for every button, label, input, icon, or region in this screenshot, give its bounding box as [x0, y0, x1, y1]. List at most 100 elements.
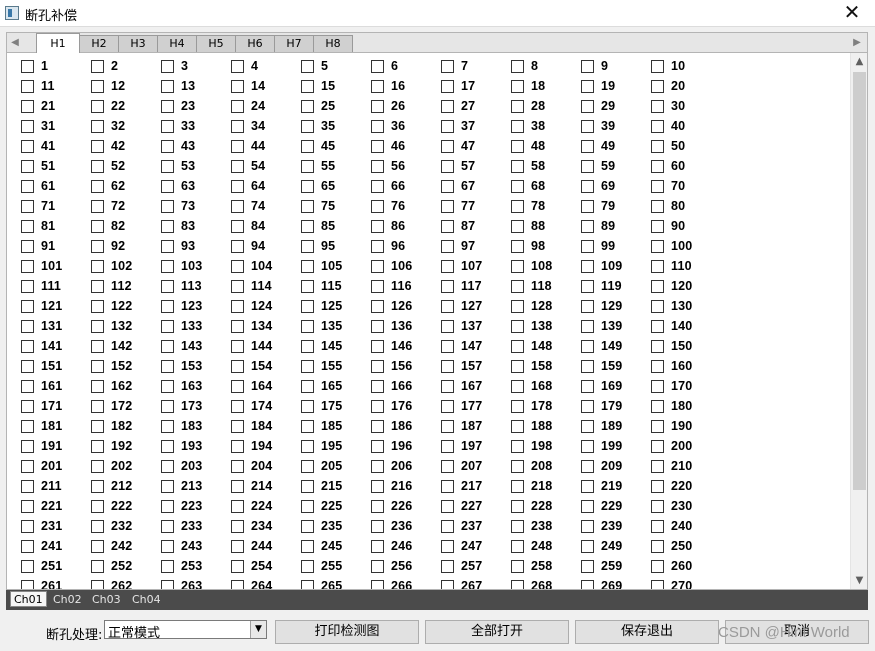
hole-checkbox[interactable]: 174: [231, 396, 272, 416]
hole-checkbox[interactable]: 178: [511, 396, 552, 416]
hole-checkbox[interactable]: 154: [231, 356, 272, 376]
checkbox-box[interactable]: [581, 499, 594, 513]
hole-checkbox[interactable]: 180: [651, 396, 692, 416]
checkbox-box[interactable]: [441, 579, 454, 589]
hole-checkbox[interactable]: 139: [581, 316, 622, 336]
checkbox-box[interactable]: [581, 359, 594, 373]
checkbox-box[interactable]: [91, 559, 104, 573]
hole-checkbox[interactable]: 263: [161, 576, 202, 589]
hole-checkbox[interactable]: 265: [301, 576, 342, 589]
hole-checkbox[interactable]: 88: [511, 216, 545, 236]
checkbox-box[interactable]: [371, 479, 384, 493]
hole-checkbox[interactable]: 187: [441, 416, 482, 436]
checkbox-box[interactable]: [651, 219, 664, 233]
hole-checkbox[interactable]: 46: [371, 136, 405, 156]
hole-checkbox[interactable]: 223: [161, 496, 202, 516]
checkbox-box[interactable]: [441, 159, 454, 173]
hole-checkbox[interactable]: 17: [441, 76, 475, 96]
hole-checkbox[interactable]: 58: [511, 156, 545, 176]
hole-checkbox[interactable]: 99: [581, 236, 615, 256]
checkbox-box[interactable]: [231, 299, 244, 313]
checkbox-box[interactable]: [21, 319, 34, 333]
hole-checkbox[interactable]: 229: [581, 496, 622, 516]
hole-checkbox[interactable]: 220: [651, 476, 692, 496]
checkbox-box[interactable]: [301, 79, 314, 93]
hole-checkbox[interactable]: 186: [371, 416, 412, 436]
checkbox-box[interactable]: [161, 279, 174, 293]
hole-checkbox[interactable]: 43: [161, 136, 195, 156]
checkbox-box[interactable]: [581, 139, 594, 153]
checkbox-box[interactable]: [441, 99, 454, 113]
checkbox-box[interactable]: [651, 179, 664, 193]
tab-h6[interactable]: H6: [235, 35, 275, 53]
open-all-button[interactable]: 全部打开: [425, 620, 569, 644]
hole-checkbox[interactable]: 48: [511, 136, 545, 156]
checkbox-box[interactable]: [301, 339, 314, 353]
hole-checkbox[interactable]: 134: [231, 316, 272, 336]
hole-checkbox[interactable]: 8: [511, 56, 538, 76]
hole-checkbox[interactable]: 141: [21, 336, 62, 356]
hole-checkbox[interactable]: 260: [651, 556, 692, 576]
hole-checkbox[interactable]: 34: [231, 116, 265, 136]
checkbox-box[interactable]: [371, 79, 384, 93]
checkbox-box[interactable]: [441, 59, 454, 73]
checkbox-box[interactable]: [161, 299, 174, 313]
hole-checkbox[interactable]: 149: [581, 336, 622, 356]
hole-checkbox[interactable]: 79: [581, 196, 615, 216]
checkbox-box[interactable]: [581, 79, 594, 93]
checkbox-box[interactable]: [21, 379, 34, 393]
hole-checkbox[interactable]: 50: [651, 136, 685, 156]
hole-checkbox[interactable]: 153: [161, 356, 202, 376]
checkbox-box[interactable]: [511, 319, 524, 333]
tab-h1[interactable]: H1: [36, 33, 80, 53]
checkbox-box[interactable]: [231, 459, 244, 473]
checkbox-box[interactable]: [301, 59, 314, 73]
hole-checkbox[interactable]: 9: [581, 56, 608, 76]
checkbox-box[interactable]: [91, 219, 104, 233]
checkbox-box[interactable]: [21, 439, 34, 453]
checkbox-box[interactable]: [161, 259, 174, 273]
hole-checkbox[interactable]: 213: [161, 476, 202, 496]
hole-checkbox[interactable]: 108: [511, 256, 552, 276]
hole-checkbox[interactable]: 221: [21, 496, 62, 516]
hole-checkbox[interactable]: 51: [21, 156, 55, 176]
checkbox-box[interactable]: [161, 559, 174, 573]
hole-checkbox[interactable]: 148: [511, 336, 552, 356]
checkbox-box[interactable]: [301, 319, 314, 333]
hole-checkbox[interactable]: 114: [231, 276, 272, 296]
hole-checkbox[interactable]: 241: [21, 536, 62, 556]
checkbox-box[interactable]: [301, 559, 314, 573]
hole-checkbox[interactable]: 132: [91, 316, 132, 336]
channel-tab-ch01[interactable]: Ch01: [10, 591, 47, 607]
hole-checkbox[interactable]: 22: [91, 96, 125, 116]
checkbox-box[interactable]: [581, 259, 594, 273]
checkbox-box[interactable]: [231, 59, 244, 73]
hole-checkbox[interactable]: 113: [161, 276, 202, 296]
hole-checkbox[interactable]: 85: [301, 216, 335, 236]
checkbox-box[interactable]: [581, 179, 594, 193]
hole-checkbox[interactable]: 200: [651, 436, 692, 456]
checkbox-box[interactable]: [511, 339, 524, 353]
hole-checkbox[interactable]: 64: [231, 176, 265, 196]
checkbox-box[interactable]: [651, 399, 664, 413]
checkbox-box[interactable]: [301, 579, 314, 589]
checkbox-box[interactable]: [441, 459, 454, 473]
hole-checkbox[interactable]: 166: [371, 376, 412, 396]
hole-checkbox[interactable]: 123: [161, 296, 202, 316]
checkbox-box[interactable]: [91, 279, 104, 293]
hole-checkbox[interactable]: 21: [21, 96, 55, 116]
checkbox-box[interactable]: [581, 479, 594, 493]
checkbox-box[interactable]: [161, 439, 174, 453]
checkbox-box[interactable]: [161, 179, 174, 193]
hole-checkbox[interactable]: 145: [301, 336, 342, 356]
hole-checkbox[interactable]: 65: [301, 176, 335, 196]
hole-checkbox[interactable]: 196: [371, 436, 412, 456]
hole-checkbox[interactable]: 101: [21, 256, 62, 276]
hole-checkbox[interactable]: 250: [651, 536, 692, 556]
checkbox-box[interactable]: [371, 239, 384, 253]
hole-checkbox[interactable]: 129: [581, 296, 622, 316]
checkbox-box[interactable]: [21, 499, 34, 513]
checkbox-box[interactable]: [21, 279, 34, 293]
hole-checkbox[interactable]: 6: [371, 56, 398, 76]
checkbox-box[interactable]: [21, 59, 34, 73]
